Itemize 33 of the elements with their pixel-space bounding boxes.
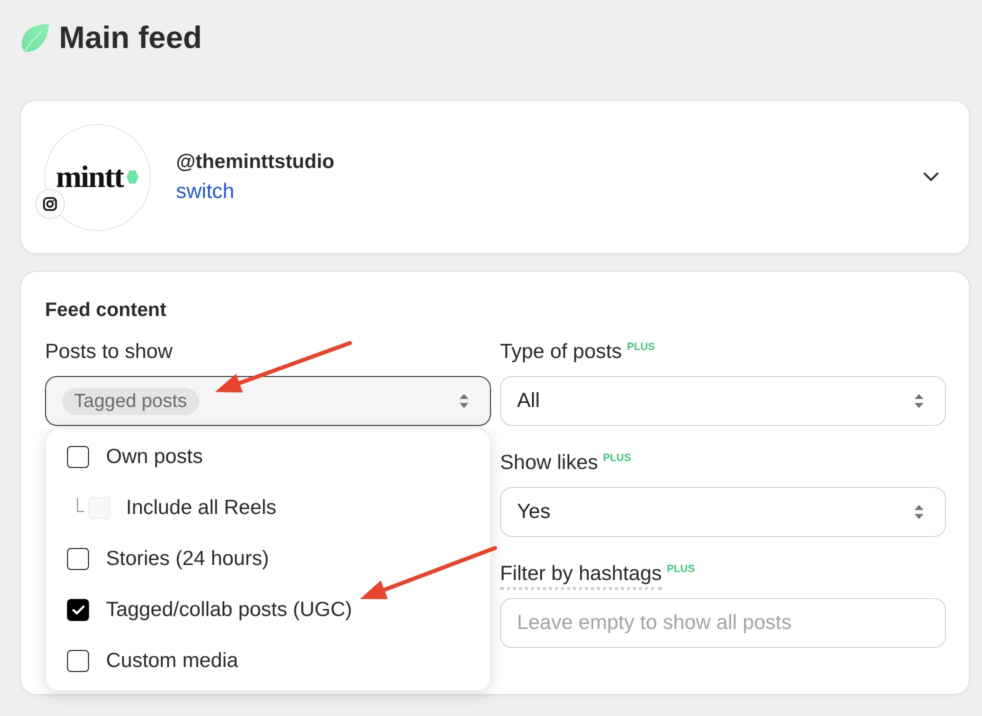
page-title: Main feed bbox=[59, 19, 202, 57]
chevron-down-icon[interactable] bbox=[923, 172, 939, 182]
checkbox[interactable] bbox=[67, 598, 89, 620]
leaf-icon bbox=[20, 23, 50, 53]
option-label[interactable]: Own posts bbox=[106, 444, 203, 468]
checkbox[interactable] bbox=[67, 446, 89, 468]
option-label[interactable]: Tagged/collab posts (UGC) bbox=[106, 598, 352, 622]
option-label[interactable]: Custom media bbox=[106, 648, 238, 672]
checkmark-icon bbox=[72, 604, 84, 614]
text-input[interactable]: Leave empty to show all posts bbox=[500, 598, 946, 648]
select-field[interactable]: All bbox=[500, 376, 946, 426]
section-title: Feed content bbox=[45, 298, 168, 322]
up-down-arrows-icon bbox=[914, 504, 924, 520]
hexagon-icon bbox=[126, 170, 140, 184]
switch-link[interactable]: switch bbox=[176, 179, 234, 205]
multi-select-field[interactable]: Tagged posts bbox=[45, 376, 491, 426]
option-label[interactable]: Stories (24 hours) bbox=[106, 546, 269, 570]
branch-line-icon bbox=[77, 498, 84, 512]
account-handle: @theminttstudio bbox=[176, 150, 334, 175]
up-down-arrows-icon bbox=[914, 393, 924, 409]
field-label: Type of posts bbox=[500, 340, 622, 364]
select-field[interactable]: Yes bbox=[500, 487, 946, 537]
checkbox[interactable] bbox=[67, 650, 89, 672]
field-label: Filter by hashtags bbox=[500, 562, 662, 590]
tag-chip: Tagged posts bbox=[62, 388, 200, 414]
plan-label: PLUS bbox=[626, 341, 655, 353]
field-label: Show likes bbox=[500, 451, 598, 475]
up-down-arrows-icon bbox=[459, 393, 469, 409]
logo-text: mintt bbox=[56, 160, 124, 194]
field-label: Posts to show bbox=[45, 340, 173, 364]
plan-label: PLUS bbox=[603, 452, 632, 464]
plan-label: PLUS bbox=[666, 563, 695, 575]
checkbox[interactable] bbox=[67, 548, 89, 570]
